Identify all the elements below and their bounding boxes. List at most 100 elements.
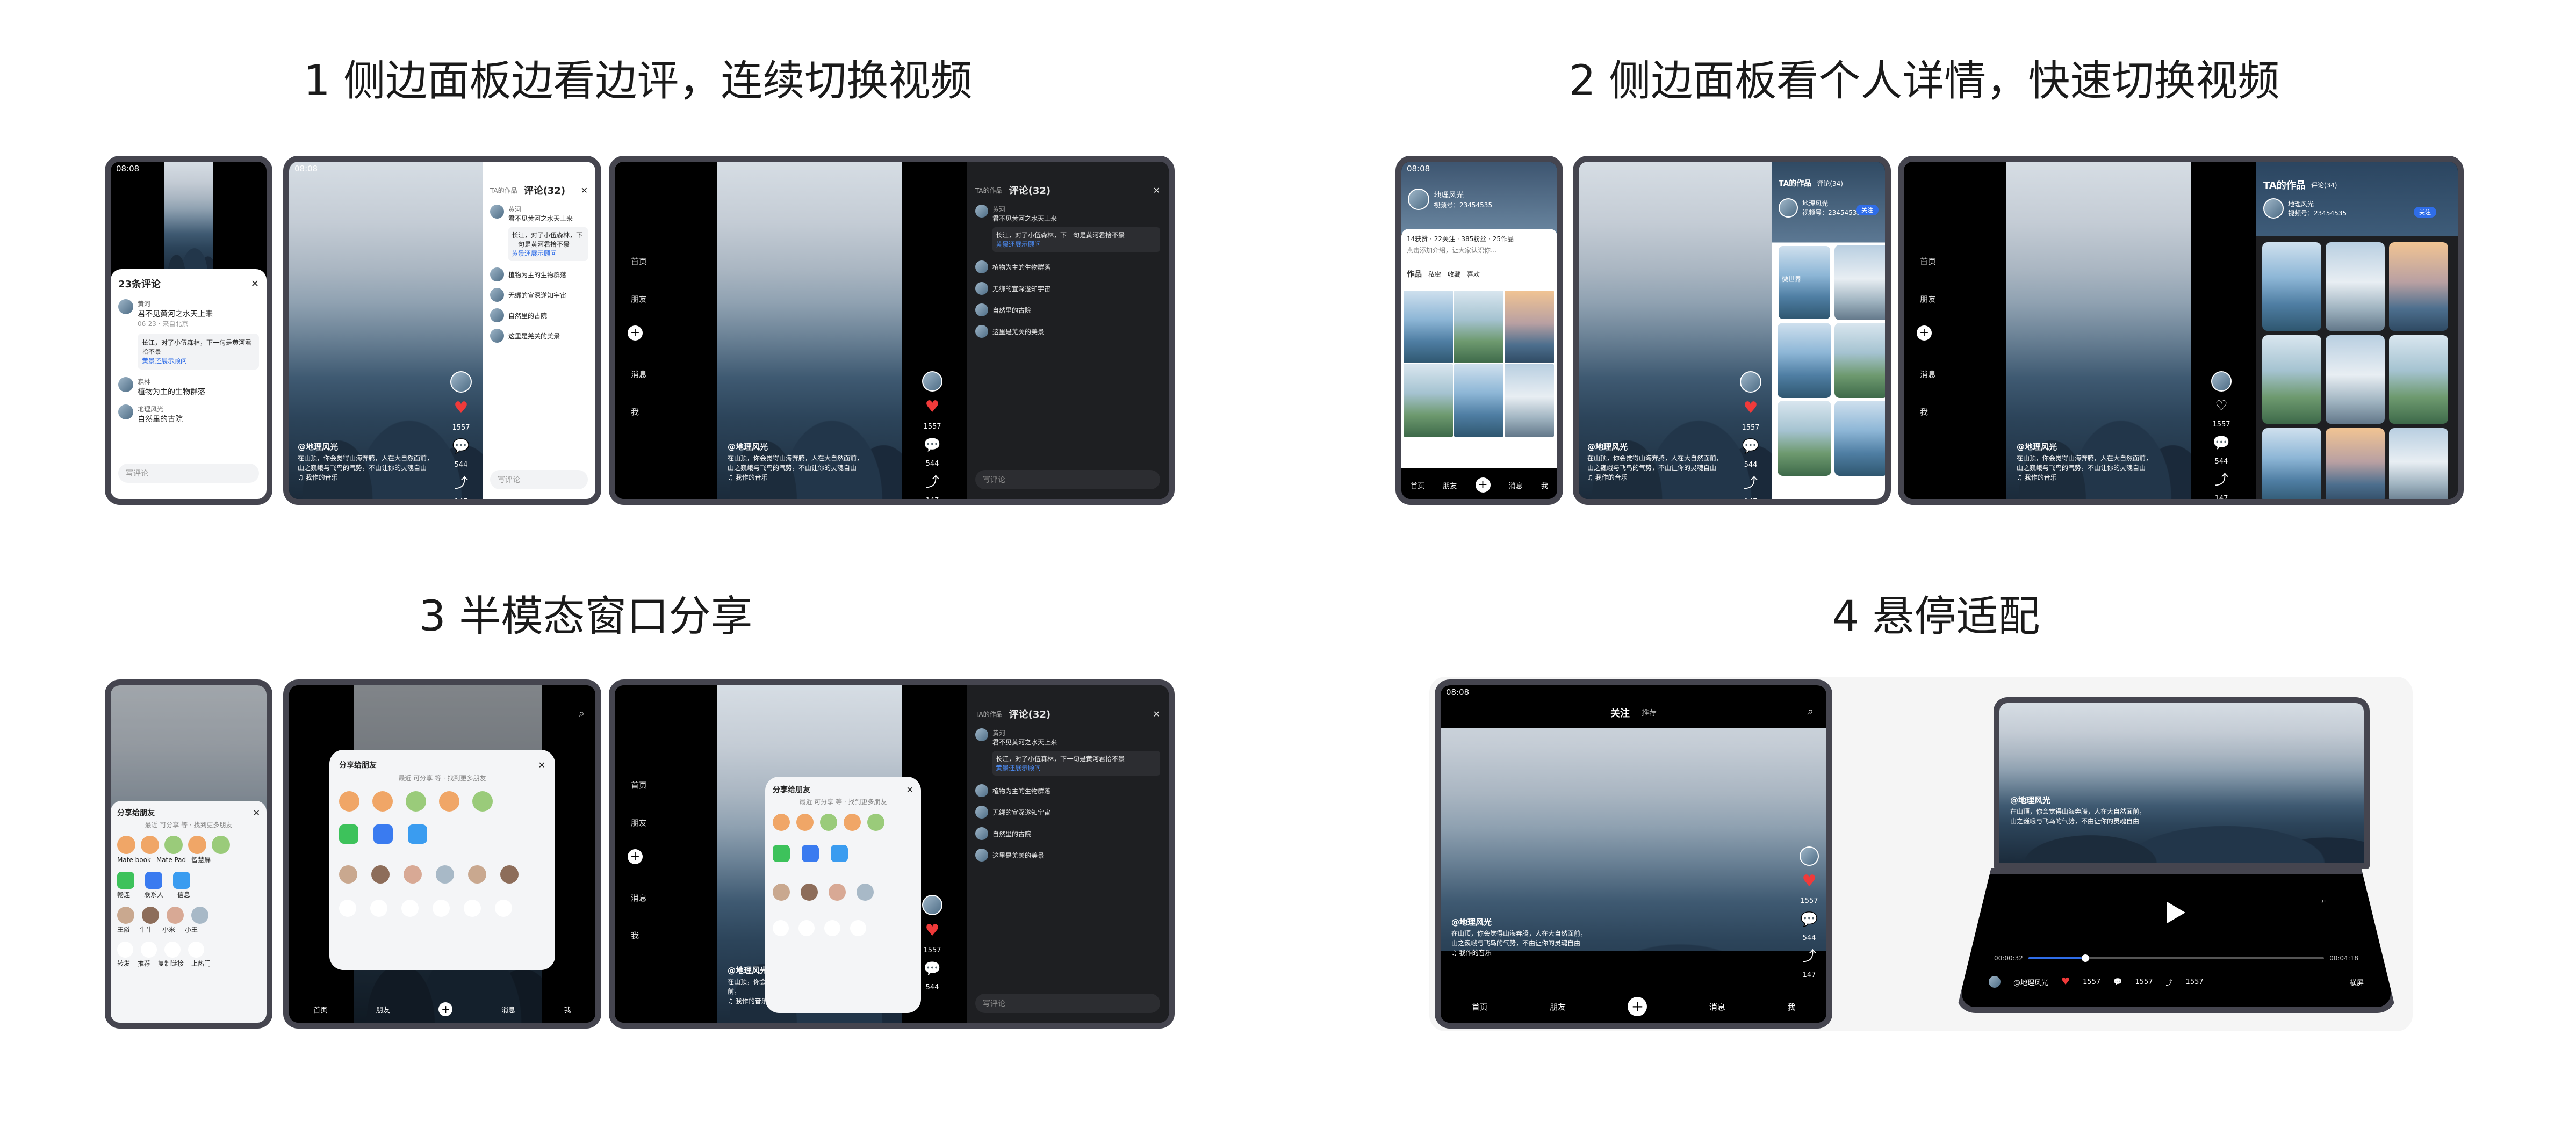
author-avatar[interactable] — [2211, 371, 2232, 392]
reply-link[interactable]: 黄景还展示顾问 — [512, 249, 585, 258]
comment-icon[interactable]: 💬 — [452, 439, 470, 453]
avatar[interactable] — [975, 728, 988, 741]
heart-icon[interactable]: ♥ — [925, 923, 940, 939]
nav-message[interactable]: 消息 — [501, 1004, 515, 1015]
video-author[interactable]: @地理风光 — [298, 441, 454, 453]
avatar[interactable] — [191, 907, 208, 924]
video-author[interactable]: @地理风光 — [1451, 916, 1666, 929]
comment-icon[interactable]: 💬 — [1801, 913, 1818, 927]
video-author[interactable]: @地理风光 — [1587, 441, 1743, 453]
video-thumb[interactable] — [1778, 323, 1831, 398]
close-icon[interactable]: ✕ — [906, 785, 913, 795]
music-label[interactable]: ♫ 我作的音乐 — [1587, 473, 1743, 482]
comment-icon[interactable]: 💬 — [924, 962, 941, 976]
comment-input[interactable]: 写评论 — [975, 994, 1160, 1013]
plus-icon[interactable]: + — [628, 325, 643, 341]
video-thumb[interactable] — [1404, 291, 1453, 363]
author-avatar[interactable] — [1989, 976, 2001, 988]
video-author[interactable]: @地理风光 — [2010, 794, 2204, 807]
panel-tab-works[interactable]: TA的作品 — [2263, 178, 2306, 192]
plus-icon[interactable]: + — [1917, 325, 1932, 341]
device-icon[interactable] — [844, 814, 861, 831]
device-icon[interactable] — [867, 814, 884, 831]
recommend-icon[interactable] — [141, 942, 157, 958]
share-icon[interactable]: ⤴ — [1802, 950, 1816, 964]
share-icon[interactable]: ⤴ — [2166, 977, 2173, 987]
follow-button[interactable]: 关注 — [1856, 205, 1879, 215]
hot-icon[interactable] — [850, 920, 866, 936]
heart-icon[interactable]: ♥ — [454, 400, 469, 416]
tab-private[interactable]: 私密 — [1428, 270, 1441, 279]
tab-comments[interactable]: 评论(32) — [524, 183, 566, 197]
avatar[interactable] — [975, 784, 988, 797]
rail-friends[interactable]: 朋友 — [1920, 293, 1936, 305]
nav-friends[interactable]: 朋友 — [376, 1004, 390, 1015]
link-icon[interactable] — [164, 942, 181, 958]
video-thumb[interactable] — [2262, 428, 2321, 499]
nav-home[interactable]: 首页 — [313, 1004, 327, 1015]
avatar[interactable] — [118, 377, 133, 392]
video-thumb[interactable] — [1505, 291, 1554, 363]
rail-me[interactable]: 我 — [631, 930, 639, 941]
rail-message[interactable]: 消息 — [631, 892, 647, 903]
share-subtitle[interactable]: 最近 可分享 等 · 找到更多朋友 — [773, 797, 913, 806]
video-thumb[interactable] — [2389, 242, 2448, 331]
dislike-icon[interactable] — [464, 900, 481, 917]
recommend-icon[interactable] — [798, 920, 815, 936]
video-thumb[interactable] — [2389, 335, 2448, 424]
avatar[interactable] — [975, 325, 988, 338]
video-author[interactable]: @地理风光 — [728, 441, 894, 453]
video-thumb[interactable] — [2262, 242, 2321, 331]
app-icon-contacts[interactable] — [373, 824, 393, 844]
music-label[interactable]: ♫ 我作的音乐 — [1451, 948, 1666, 958]
video-thumb[interactable] — [1505, 364, 1554, 437]
rail-me[interactable]: 我 — [631, 406, 639, 417]
nav-friends[interactable]: 朋友 — [1550, 1001, 1566, 1012]
plus-icon[interactable]: + — [1628, 997, 1647, 1016]
author-avatar[interactable] — [922, 371, 942, 392]
avatar[interactable] — [975, 303, 988, 316]
profile-avatar[interactable] — [1779, 198, 1798, 218]
avatar[interactable] — [468, 865, 486, 884]
video-thumb[interactable] — [1834, 245, 1885, 320]
close-icon[interactable]: ✕ — [1153, 185, 1160, 196]
video-author[interactable]: @地理风光 — [2017, 441, 2183, 453]
link-icon[interactable] — [401, 900, 419, 917]
profile-avatar[interactable] — [1408, 189, 1429, 210]
nav-home[interactable]: 首页 — [1472, 1001, 1488, 1012]
search-icon[interactable]: ⌕ — [579, 707, 585, 720]
comment-icon[interactable]: 💬 — [2213, 436, 2230, 450]
panel-tab-comments[interactable]: 评论(34) — [2311, 180, 2337, 190]
comment-input[interactable]: 写评论 — [118, 464, 259, 483]
comment-icon[interactable]: 💬 — [924, 438, 941, 452]
avatar[interactable] — [829, 884, 846, 901]
rail-home[interactable]: 首页 — [631, 779, 647, 791]
video-thumb[interactable] — [2326, 428, 2385, 499]
rail-message[interactable]: 消息 — [1920, 368, 1936, 380]
video-thumb[interactable] — [2389, 428, 2448, 499]
avatar[interactable] — [117, 907, 134, 924]
device-icon[interactable] — [164, 836, 183, 854]
rail-home[interactable]: 首页 — [631, 256, 647, 267]
nav-message[interactable]: 消息 — [1509, 480, 1523, 490]
device-icon[interactable] — [820, 814, 837, 831]
landscape-toggle[interactable]: 横屏 — [2350, 977, 2364, 987]
recommend-icon[interactable] — [370, 900, 387, 917]
author-avatar[interactable] — [1800, 846, 1819, 866]
panel-tab-works[interactable]: TA的作品 — [1779, 178, 1811, 189]
comment-icon[interactable]: 💬 — [2113, 978, 2122, 986]
app-icon-changlian[interactable] — [117, 872, 134, 889]
device-icon[interactable] — [472, 791, 493, 812]
device-icon[interactable] — [117, 836, 135, 854]
device-icon[interactable] — [406, 791, 426, 812]
forward-icon[interactable] — [117, 942, 133, 958]
tab-recommend[interactable]: 推荐 — [1642, 707, 1657, 718]
device-icon[interactable] — [372, 791, 393, 812]
avatar[interactable] — [118, 299, 133, 314]
avatar[interactable] — [773, 884, 790, 901]
forward-icon[interactable] — [773, 920, 789, 936]
device-icon[interactable] — [773, 814, 790, 831]
comment-input[interactable]: 写评论 — [975, 470, 1160, 489]
hot-icon[interactable] — [188, 942, 204, 958]
nav-home[interactable]: 首页 — [1411, 480, 1424, 490]
